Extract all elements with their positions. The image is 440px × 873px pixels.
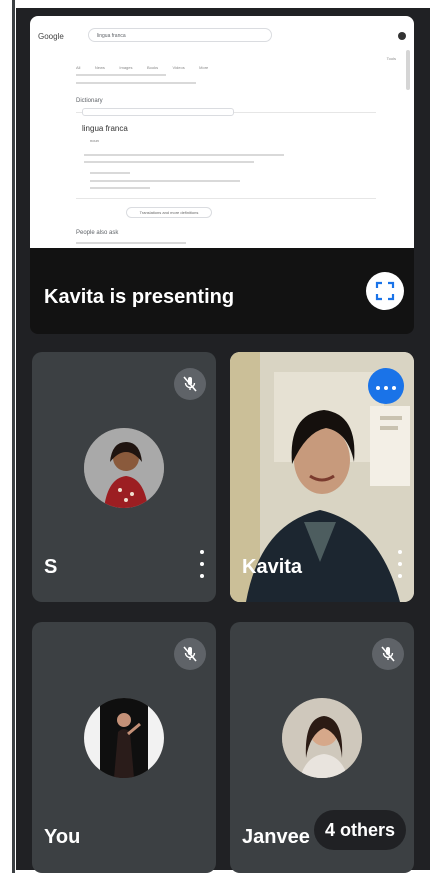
definition-line xyxy=(84,161,254,163)
participant-name: Janvee xyxy=(242,826,310,848)
question-line xyxy=(76,242,186,244)
result-meta-line xyxy=(76,74,166,76)
definition-line xyxy=(90,187,150,189)
definition-line xyxy=(84,154,284,156)
dictionary-word: lingua franca xyxy=(82,124,128,133)
more-horiz-icon xyxy=(374,377,398,395)
search-tab: All xyxy=(76,65,81,70)
dictionary-pos: noun xyxy=(90,138,99,143)
search-tab: Tools xyxy=(386,56,396,61)
avatar xyxy=(84,428,164,508)
search-tab: More xyxy=(199,65,209,70)
mic-off-indicator xyxy=(174,638,206,670)
google-logo: Google xyxy=(38,32,64,41)
dictionary-heading: Dictionary xyxy=(76,98,103,104)
scrollbar xyxy=(406,50,410,90)
mic-off-indicator xyxy=(174,368,206,400)
others-button[interactable]: 4 others xyxy=(314,810,406,850)
translations-button: Translations and more definitions xyxy=(126,207,212,218)
search-tab: News xyxy=(94,65,105,70)
search-box: lingua franca xyxy=(88,28,272,42)
search-tab: Books xyxy=(146,65,159,70)
fullscreen-icon xyxy=(375,281,395,301)
top-frame xyxy=(16,0,430,8)
mic-off-icon xyxy=(381,646,395,662)
result-meta-line xyxy=(76,82,196,84)
participant-tile-kavita[interactable]: Kavita xyxy=(230,352,414,602)
right-frame xyxy=(430,0,440,873)
participant-options-button[interactable] xyxy=(396,550,404,578)
people-also-ask-heading: People also ask xyxy=(76,230,119,236)
search-tab: Images xyxy=(119,65,133,70)
participant-name: You xyxy=(44,826,81,848)
dictionary-search xyxy=(82,108,234,116)
definition-line xyxy=(90,180,240,182)
avatar xyxy=(84,698,164,778)
fullscreen-button[interactable] xyxy=(366,272,404,310)
participant-tile-janvee[interactable]: Janvee 4 others xyxy=(230,622,414,873)
participant-tile-s[interactable]: S xyxy=(32,352,216,602)
account-avatar xyxy=(398,32,406,40)
mic-off-icon xyxy=(183,646,197,662)
search-tab: Videos xyxy=(172,65,185,70)
left-frame-rule xyxy=(12,0,15,873)
presentation-tile[interactable]: Google lingua franca All News Images Boo… xyxy=(30,16,414,334)
participant-name: Kavita xyxy=(242,556,303,578)
definition-line xyxy=(90,172,130,174)
shared-screen: Google lingua franca All News Images Boo… xyxy=(30,16,414,248)
more-options-button[interactable] xyxy=(368,368,404,404)
presenting-label: Kavita is presenting xyxy=(44,286,235,308)
left-frame xyxy=(0,0,16,873)
divider xyxy=(76,198,376,199)
mic-off-indicator xyxy=(372,638,404,670)
participant-tile-you[interactable]: You xyxy=(32,622,216,873)
participant-name: S xyxy=(44,556,58,578)
avatar xyxy=(282,698,362,778)
search-tabs: All News Images Books Videos More Tools xyxy=(76,56,396,70)
participant-options-button[interactable] xyxy=(198,550,206,578)
mic-off-icon xyxy=(183,376,197,392)
